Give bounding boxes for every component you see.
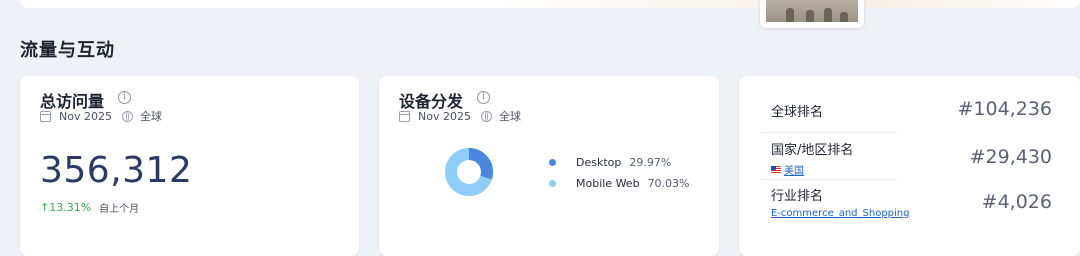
- info-icon[interactable]: i: [118, 91, 131, 104]
- us-flag-icon: [771, 166, 781, 173]
- rank-global-value: #104,236: [957, 98, 1053, 120]
- legend-label-mobile-web: Mobile Web: [576, 177, 640, 190]
- visits-card: 总访问量 i Nov 2025 全球 356,312 ↑ 13.31% 自上个月: [20, 76, 359, 256]
- device-donut-chart: [445, 148, 493, 196]
- info-icon[interactable]: i: [477, 91, 490, 104]
- thumbnail-card[interactable]: [760, 0, 864, 28]
- rank-industry-link-text[interactable]: E-commerce_and_Shopping: [771, 208, 910, 219]
- legend-dot-desktop: [549, 159, 556, 166]
- rank-divider: [761, 132, 897, 133]
- section-title: 流量与互动: [20, 40, 115, 61]
- devices-card: 设备分发 i Nov 2025 全球 Desktop 29.97% Mobile…: [379, 76, 719, 256]
- legend-label-desktop: Desktop: [576, 156, 622, 169]
- legend-percent-desktop: 29.97%: [629, 156, 672, 169]
- calendar-icon: [40, 110, 51, 122]
- visits-change-period: 自上个月: [99, 204, 140, 215]
- devices-meta: Nov 2025 全球: [399, 108, 521, 124]
- globe-icon: [121, 110, 133, 122]
- header-banner-strip: [20, 0, 1080, 8]
- devices-region: 全球: [498, 110, 521, 123]
- device-legend: Desktop 29.97% Mobile Web 70.03%: [549, 152, 690, 194]
- rank-country-value: #29,430: [969, 146, 1052, 168]
- legend-percent-mobile-web: 70.03%: [647, 177, 690, 190]
- thumbnail-image: [766, 0, 858, 22]
- rankings-card: 全球排名 #104,236 国家/地区排名 美国 #29,430 行业排名 E-…: [739, 76, 1080, 256]
- globe-icon: [480, 110, 492, 122]
- rank-industry-value: #4,026: [981, 191, 1052, 213]
- calendar-icon: [399, 110, 410, 122]
- visits-change-percent: 13.31%: [49, 201, 92, 214]
- devices-date: Nov 2025: [418, 109, 471, 123]
- legend-dot-mobile-web: [549, 180, 556, 187]
- visits-change: ↑ 13.31% 自上个月: [40, 200, 139, 215]
- rank-country-link-text[interactable]: 美国: [784, 162, 804, 177]
- legend-item-mobile-web: Mobile Web 70.03%: [549, 173, 690, 194]
- rank-divider: [761, 179, 897, 180]
- legend-item-desktop: Desktop 29.97%: [549, 152, 690, 173]
- arrow-up-icon: ↑: [40, 201, 50, 214]
- visits-value: 356,312: [40, 150, 193, 191]
- visits-region: 全球: [139, 110, 162, 123]
- visits-date: Nov 2025: [59, 109, 112, 123]
- visits-meta: Nov 2025 全球: [40, 108, 162, 124]
